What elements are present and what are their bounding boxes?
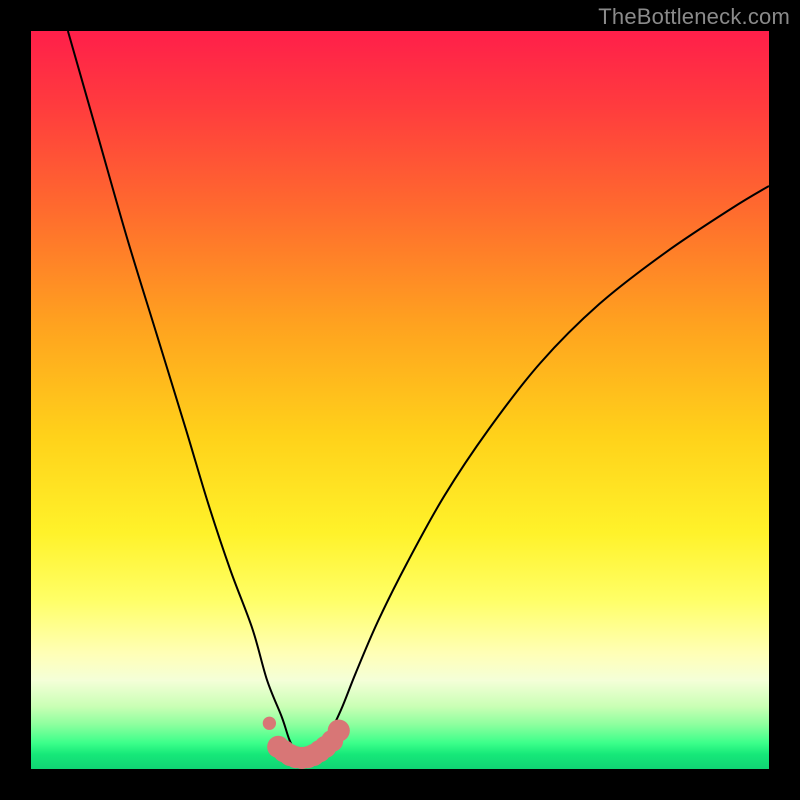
optimal-dot [328,720,350,742]
bottleneck-curve [68,31,769,762]
optimal-dot [263,717,276,730]
plot-area [31,31,769,769]
curve-layer [31,31,769,769]
watermark-text: TheBottleneck.com [598,4,790,30]
chart-frame: TheBottleneck.com [0,0,800,800]
optimal-range-dots [263,717,350,769]
curve-path [68,31,769,762]
